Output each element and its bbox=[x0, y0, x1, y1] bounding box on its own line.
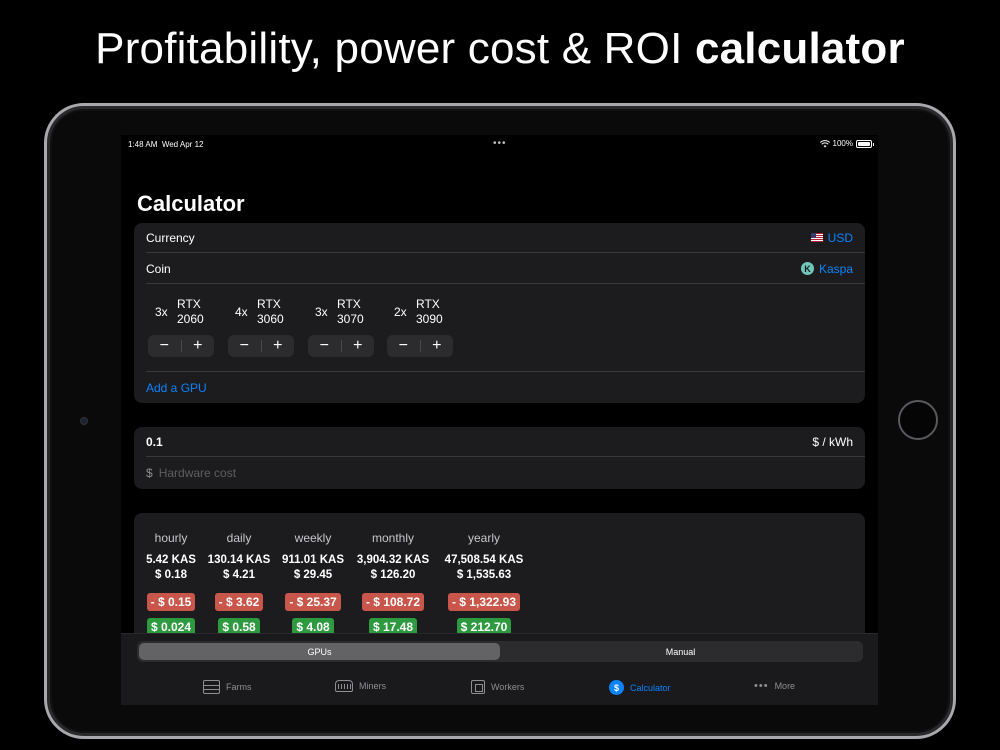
result-column-hourly: hourly 5.42 KAS $ 0.18 - $ 0.15 $ 0.024 bbox=[144, 531, 198, 636]
coin-revenue: 911.01 KAS bbox=[281, 554, 344, 566]
tab-farms[interactable]: Farms bbox=[203, 680, 252, 694]
cpu-chip-icon bbox=[471, 680, 485, 694]
page-title: Calculator bbox=[137, 191, 245, 216]
coin-label: Coin bbox=[146, 261, 171, 276]
power-cost-badge: - $ 108.72 bbox=[361, 593, 425, 611]
tab-calculator[interactable]: $ Calculator bbox=[609, 680, 671, 695]
divider bbox=[146, 371, 865, 372]
result-column-weekly: weekly 911.01 KAS $ 29.45 - $ 25.37 $ 4.… bbox=[280, 531, 346, 636]
decrement-button[interactable]: − bbox=[387, 335, 420, 357]
period-label: yearly bbox=[467, 531, 500, 545]
period-label: hourly bbox=[154, 531, 188, 545]
power-cost-badge: - $ 1,322.93 bbox=[447, 593, 521, 611]
dollar-circle-icon: $ bbox=[609, 680, 624, 695]
usd-revenue: $ 29.45 bbox=[293, 569, 333, 581]
gpu-count: 3x bbox=[155, 305, 168, 319]
hardware-cost-input[interactable]: Hardware cost bbox=[159, 466, 236, 480]
miner-icon bbox=[335, 680, 353, 692]
increment-button[interactable]: + bbox=[182, 335, 215, 357]
period-label: daily bbox=[226, 531, 252, 545]
tab-label: More bbox=[774, 681, 796, 691]
battery-percent: 100% bbox=[832, 139, 853, 148]
multitasking-dots-icon[interactable]: ••• bbox=[493, 138, 507, 149]
increment-button[interactable]: + bbox=[342, 335, 375, 357]
power-cost-badge: - $ 0.15 bbox=[146, 593, 196, 611]
decrement-button[interactable]: − bbox=[308, 335, 341, 357]
headline: Profitability, power cost & ROI calculat… bbox=[0, 24, 1000, 74]
period-label: weekly bbox=[294, 531, 332, 545]
gpu-count: 2x bbox=[394, 305, 407, 319]
currency-label: Currency bbox=[146, 230, 195, 245]
add-gpu-button[interactable]: Add a GPU bbox=[146, 381, 207, 395]
gpu-quantity-stepper[interactable]: − + bbox=[387, 335, 453, 357]
coin-revenue: 47,508.54 KAS bbox=[444, 554, 524, 566]
gpu-count: 3x bbox=[315, 305, 328, 319]
battery-icon bbox=[856, 139, 874, 148]
tab-label: Miners bbox=[359, 681, 387, 691]
home-button[interactable] bbox=[898, 400, 938, 440]
decrement-button[interactable]: − bbox=[148, 335, 181, 357]
segment-manual[interactable]: Manual bbox=[500, 643, 861, 660]
headline-bold: calculator bbox=[694, 24, 905, 73]
result-column-yearly: yearly 47,508.54 KAS $ 1,535.63 - $ 1,32… bbox=[440, 531, 528, 636]
results-card: hourly 5.42 KAS $ 0.18 - $ 0.15 $ 0.024 … bbox=[134, 513, 865, 643]
usd-revenue: $ 126.20 bbox=[370, 569, 416, 581]
gpu-quantity-stepper[interactable]: − + bbox=[228, 335, 294, 357]
gpu-name: RTX 3070 bbox=[337, 297, 364, 326]
result-column-daily: daily 130.14 KAS $ 4.21 - $ 3.62 $ 0.58 bbox=[206, 531, 272, 636]
gpu-settings-card: Currency USD Coin K Kaspa 3x RTX 2060 − +… bbox=[134, 223, 865, 403]
tab-bar: Farms Miners Workers $ Calculator ••• Mo… bbox=[121, 676, 878, 700]
kaspa-logo-icon: K bbox=[800, 262, 814, 275]
power-unit-label: $ / kWh bbox=[812, 434, 853, 449]
currency-row[interactable]: Currency USD bbox=[146, 223, 865, 253]
result-column-monthly: monthly 3,904.32 KAS $ 126.20 - $ 108.72… bbox=[353, 531, 433, 636]
bottom-bar: GPUs Manual Farms Miners Workers $ Calcu… bbox=[121, 633, 878, 705]
usd-revenue: $ 4.21 bbox=[223, 569, 255, 581]
wifi-icon bbox=[819, 139, 830, 147]
app-screen: 1:48 AM Wed Apr 12 ••• 100% Calculator C… bbox=[121, 135, 878, 705]
gpu-name: RTX 3060 bbox=[257, 297, 284, 326]
power-cost-badge: - $ 25.37 bbox=[285, 593, 341, 611]
tab-more[interactable]: ••• More bbox=[754, 680, 795, 692]
usd-revenue: $ 1,535.63 bbox=[456, 569, 512, 581]
power-price-value[interactable]: 0.1 bbox=[146, 435, 163, 449]
decrement-button[interactable]: − bbox=[228, 335, 261, 357]
ellipsis-icon: ••• bbox=[754, 680, 769, 692]
gpu-name: RTX 3090 bbox=[416, 297, 443, 326]
gpu-quantity-stepper[interactable]: − + bbox=[308, 335, 374, 357]
tab-workers[interactable]: Workers bbox=[471, 680, 524, 694]
gpu-count: 4x bbox=[235, 305, 248, 319]
camera-icon bbox=[80, 417, 88, 425]
coin-revenue: 3,904.32 KAS bbox=[356, 554, 430, 566]
us-flag-icon bbox=[810, 233, 823, 242]
status-right: 100% bbox=[819, 139, 874, 148]
gpu-quantity-stepper[interactable]: − + bbox=[148, 335, 214, 357]
gpu-name: RTX 2060 bbox=[177, 297, 204, 326]
period-label: monthly bbox=[371, 531, 415, 545]
power-price-field[interactable]: 0.1 $ / kWh bbox=[146, 427, 865, 457]
headline-regular: Profitability, power cost & ROI bbox=[95, 24, 683, 73]
currency-value[interactable]: USD bbox=[810, 231, 853, 245]
coin-row[interactable]: Coin K Kaspa bbox=[146, 254, 865, 284]
increment-button[interactable]: + bbox=[262, 335, 295, 357]
server-rack-icon bbox=[203, 680, 220, 694]
status-time: 1:48 AM Wed Apr 12 bbox=[128, 140, 204, 149]
hardware-currency-symbol: $ bbox=[146, 466, 153, 480]
tab-label: Calculator bbox=[630, 682, 671, 693]
hardware-cost-field[interactable]: $ Hardware cost bbox=[146, 458, 865, 488]
power-cost-badge: - $ 3.62 bbox=[214, 593, 264, 611]
coin-revenue: 5.42 KAS bbox=[146, 554, 196, 566]
segment-gpus[interactable]: GPUs bbox=[139, 643, 500, 660]
coin-revenue: 130.14 KAS bbox=[207, 554, 271, 566]
tab-label: Farms bbox=[226, 682, 252, 692]
usd-revenue: $ 0.18 bbox=[155, 569, 187, 581]
increment-button[interactable]: + bbox=[421, 335, 454, 357]
tab-label: Workers bbox=[491, 682, 525, 692]
status-bar: 1:48 AM Wed Apr 12 ••• 100% bbox=[121, 135, 878, 153]
coin-value[interactable]: K Kaspa bbox=[800, 262, 853, 276]
tab-miners[interactable]: Miners bbox=[335, 680, 386, 692]
power-cost-card: 0.1 $ / kWh $ Hardware cost bbox=[134, 427, 865, 489]
mode-segmented-control: GPUs Manual bbox=[137, 641, 863, 662]
